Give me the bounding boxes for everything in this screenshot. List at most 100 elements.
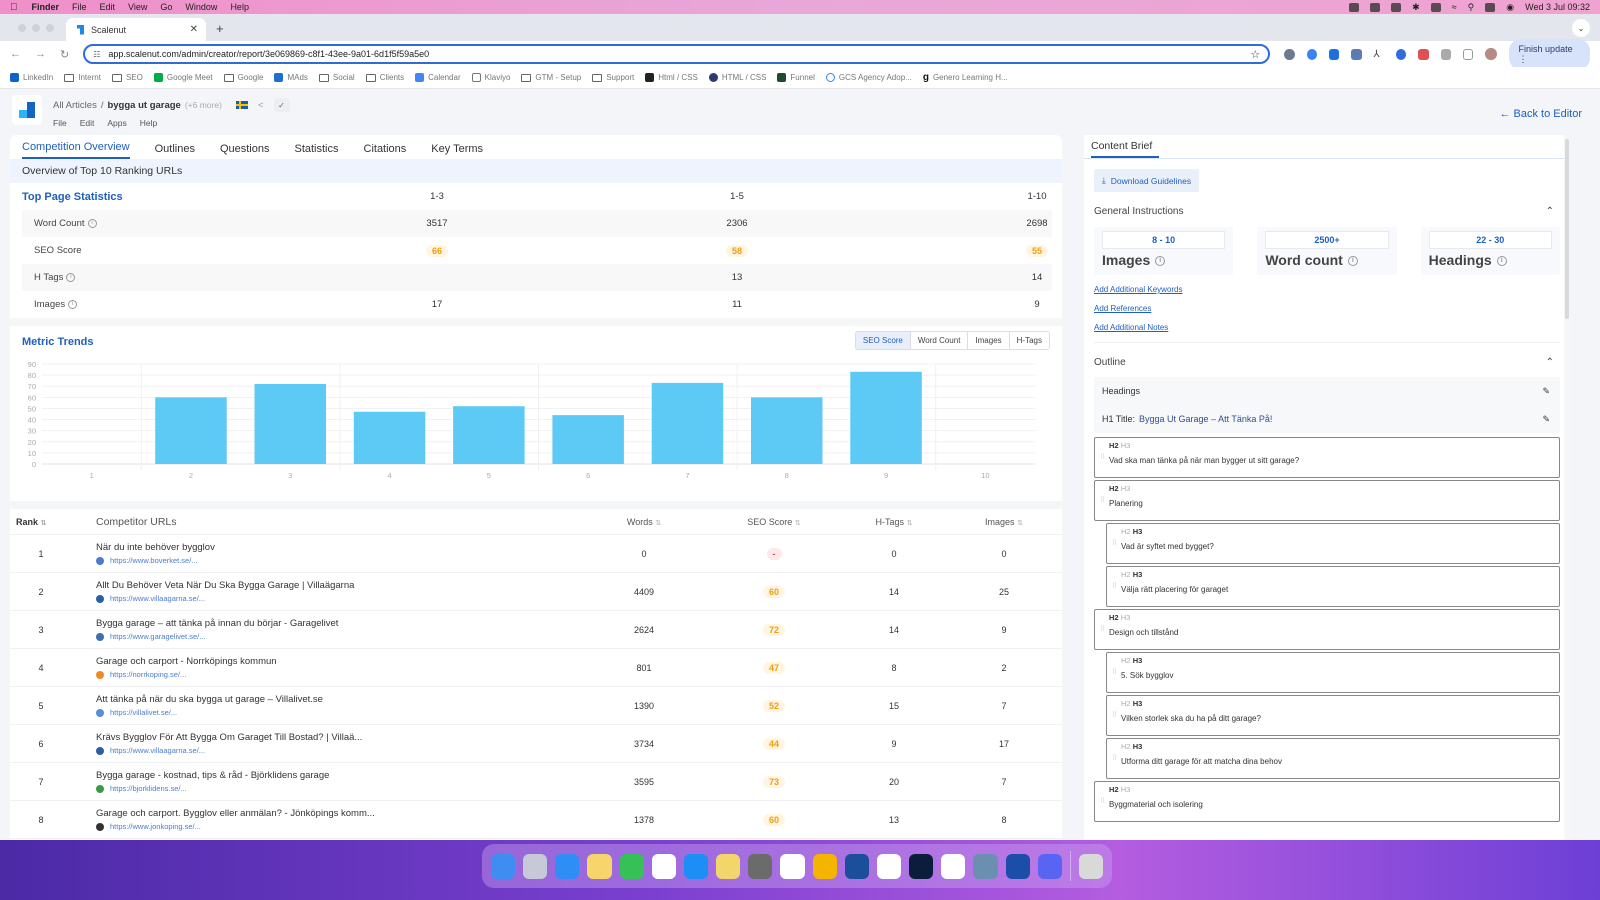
dock-trash-icon[interactable] — [1078, 853, 1103, 879]
info-icon[interactable]: i — [1347, 256, 1358, 266]
level-h2-toggle[interactable]: H2 — [1109, 613, 1119, 622]
apple-icon[interactable]:  — [10, 2, 18, 13]
competitor-row[interactable]: 1 När du inte behöver bygglov https://www.… — [10, 535, 1062, 573]
bookmark-star-icon[interactable]: ☆ — [1250, 48, 1260, 61]
extension-icon-7[interactable] — [1418, 48, 1429, 60]
competitor-url-link[interactable]: https://www.jonkoping.se/... — [110, 822, 201, 831]
info-icon[interactable]: i — [68, 300, 78, 309]
level-h3-toggle[interactable]: H3 — [1133, 527, 1143, 536]
siri-icon[interactable]: ◉ — [1506, 2, 1514, 13]
extension-icon-4[interactable] — [1351, 48, 1362, 60]
bookmark-linkedin[interactable]: LinkedIn — [10, 73, 53, 82]
dock-system-settings-icon[interactable] — [748, 853, 773, 879]
status-icon-1[interactable] — [1349, 2, 1360, 12]
tab-questions[interactable]: Questions — [220, 143, 270, 159]
heading-text[interactable]: Vad ska man tänka på när man bygger ut s… — [1109, 456, 1559, 465]
competitor-row[interactable]: 6 Krävs Bygglov För Att Bygga Om Garaget … — [10, 725, 1062, 763]
competitor-title[interactable]: Bygga garage - kostnad, tips & råd - Bjö… — [96, 770, 574, 781]
status-icon-2[interactable] — [1370, 2, 1381, 12]
words-column-header[interactable]: Words ⇅ — [574, 517, 714, 527]
dock-numbers-icon[interactable] — [619, 853, 644, 879]
chevron-up-icon[interactable]: ⌃ — [1546, 357, 1554, 368]
bookmark-funnel[interactable]: Funnel — [777, 73, 815, 82]
add-additional-notes-link[interactable]: Add Additional Notes — [1094, 323, 1560, 332]
competitor-row[interactable]: 5 Att tänka på när du ska bygga ut garage… — [10, 687, 1062, 725]
dock-app-store-icon[interactable] — [683, 853, 709, 879]
tab-competition-overview[interactable]: Competition Overview — [22, 141, 130, 159]
battery-icon[interactable] — [1430, 2, 1441, 12]
h-tags-column-header[interactable]: H-Tags ⇅ — [834, 517, 954, 527]
bookmark-seo[interactable]: SEO — [111, 73, 143, 82]
minimize-window-button[interactable] — [32, 24, 40, 32]
outline-h2-item[interactable]: ⠿ H2 H3 Design och tillstånd — [1094, 609, 1560, 650]
heading-text[interactable]: Planering — [1109, 499, 1559, 508]
metric-seo-score-button[interactable]: SEO Score — [855, 332, 911, 349]
back-arrow-icon[interactable]: ← — [10, 48, 21, 60]
app-menu-file[interactable]: File — [53, 118, 67, 128]
level-h3-toggle[interactable]: H3 — [1121, 785, 1131, 794]
bookmark-google-meet[interactable]: Google Meet — [153, 73, 213, 82]
bookmark-html-css-2[interactable]: HTML / CSS — [708, 73, 766, 82]
extension-icon-5[interactable]: ⅄ — [1374, 49, 1384, 60]
info-icon[interactable]: i — [1155, 256, 1166, 266]
competitor-title[interactable]: När du inte behöver bygglov — [96, 542, 574, 553]
profile-avatar[interactable] — [1485, 48, 1497, 60]
clock[interactable]: Wed 3 Jul 09:32 — [1525, 2, 1590, 12]
level-h2-toggle[interactable]: H2 — [1121, 527, 1131, 536]
extension-icon-2[interactable] — [1306, 48, 1317, 60]
info-icon[interactable]: i — [1496, 256, 1507, 266]
competitor-row[interactable]: 7 Bygga garage - kostnad, tips & råd - Bj… — [10, 763, 1062, 801]
competitor-title[interactable]: Att tänka på när du ska bygga ut garage … — [96, 694, 574, 705]
outline-h3-item[interactable]: ⠿ H2 H3 Välja rätt placering för garaget — [1106, 566, 1560, 607]
download-guidelines-button[interactable]: ⤓ Download Guidelines — [1094, 169, 1200, 192]
level-h3-toggle[interactable]: H3 — [1121, 484, 1131, 493]
tab-content-brief[interactable]: Content Brief — [1091, 140, 1160, 158]
info-icon[interactable]: i — [87, 219, 97, 228]
drag-handle-icon[interactable]: ⠿ — [1100, 496, 1105, 504]
drag-handle-icon[interactable]: ⠿ — [1112, 668, 1117, 676]
competitor-url-link[interactable]: https://www.garagelivet.se/... — [110, 632, 205, 641]
add-additional-keywords-link[interactable]: Add Additional Keywords — [1094, 285, 1560, 294]
metric-h-tags-button[interactable]: H-Tags — [1009, 332, 1049, 349]
competitor-url-link[interactable]: https://norrkoping.se/... — [110, 670, 186, 679]
extension-icon-3[interactable] — [1328, 48, 1340, 60]
wifi-icon[interactable]: ≈ — [1452, 2, 1457, 12]
site-settings-icon[interactable]: ☷ — [93, 50, 100, 59]
drag-handle-icon[interactable]: ⠿ — [1112, 754, 1117, 762]
drag-handle-icon[interactable]: ⠿ — [1100, 625, 1105, 633]
spotlight-icon[interactable]: ⚲ — [1468, 2, 1475, 13]
level-h2-toggle[interactable]: H2 — [1109, 785, 1119, 794]
add-references-link[interactable]: Add References — [1094, 304, 1560, 313]
breadcrumb-all-articles[interactable]: All Articles — [53, 100, 97, 111]
dock-notes-icon[interactable] — [587, 853, 612, 879]
reload-icon[interactable]: ↻ — [60, 48, 69, 61]
heading-text[interactable]: Välja rätt placering för garaget — [1121, 585, 1559, 594]
outline-header[interactable]: Outline ⌃ — [1084, 351, 1570, 373]
dock-teams-icon[interactable] — [941, 853, 966, 879]
outline-h3-item[interactable]: ⠿ H2 H3 Vilken storlek ska du ha på ditt g… — [1106, 695, 1560, 736]
menu-finder[interactable]: Finder — [32, 2, 60, 12]
level-h3-toggle[interactable]: H3 — [1121, 441, 1131, 450]
menu-window[interactable]: Window — [185, 2, 217, 12]
heading-text[interactable]: Vad är syftet med bygget? — [1121, 542, 1559, 551]
heading-text[interactable]: Byggmaterial och isolering — [1109, 800, 1559, 809]
drag-handle-icon[interactable]: ⠿ — [1112, 711, 1117, 719]
puzzle-extensions-icon[interactable] — [1462, 48, 1474, 60]
extension-icon-6[interactable] — [1395, 48, 1407, 60]
bookmark-calendar[interactable]: Calendar — [415, 73, 461, 82]
general-instructions-header[interactable]: General Instructions ⌃ — [1084, 206, 1570, 217]
browser-tab-scalenut[interactable]: Scalenut ✕ — [66, 18, 206, 41]
competitor-title[interactable]: Bygga garage – att tänka på innan du bör… — [96, 618, 574, 629]
tab-key-terms[interactable]: Key Terms — [431, 143, 483, 159]
control-center-icon[interactable] — [1485, 2, 1496, 12]
bookmark-klaviyo[interactable]: Klaviyo — [471, 73, 510, 82]
drag-handle-icon[interactable]: ⠿ — [1100, 797, 1105, 805]
chevron-up-icon[interactable]: ⌃ — [1546, 206, 1554, 217]
images-column-header[interactable]: Images ⇅ — [954, 517, 1054, 527]
app-menu-edit[interactable]: Edit — [80, 118, 95, 128]
bookmark-clients[interactable]: Clients — [365, 73, 404, 82]
new-tab-button[interactable]: + — [216, 21, 224, 36]
competitor-url-link[interactable]: https://bjorklidens.se/... — [110, 784, 187, 793]
outline-h3-item[interactable]: ⠿ H2 H3 5. Sök bygglov — [1106, 652, 1560, 693]
h1-value[interactable]: Bygga Ut Garage – Att Tänka På! — [1139, 414, 1272, 424]
